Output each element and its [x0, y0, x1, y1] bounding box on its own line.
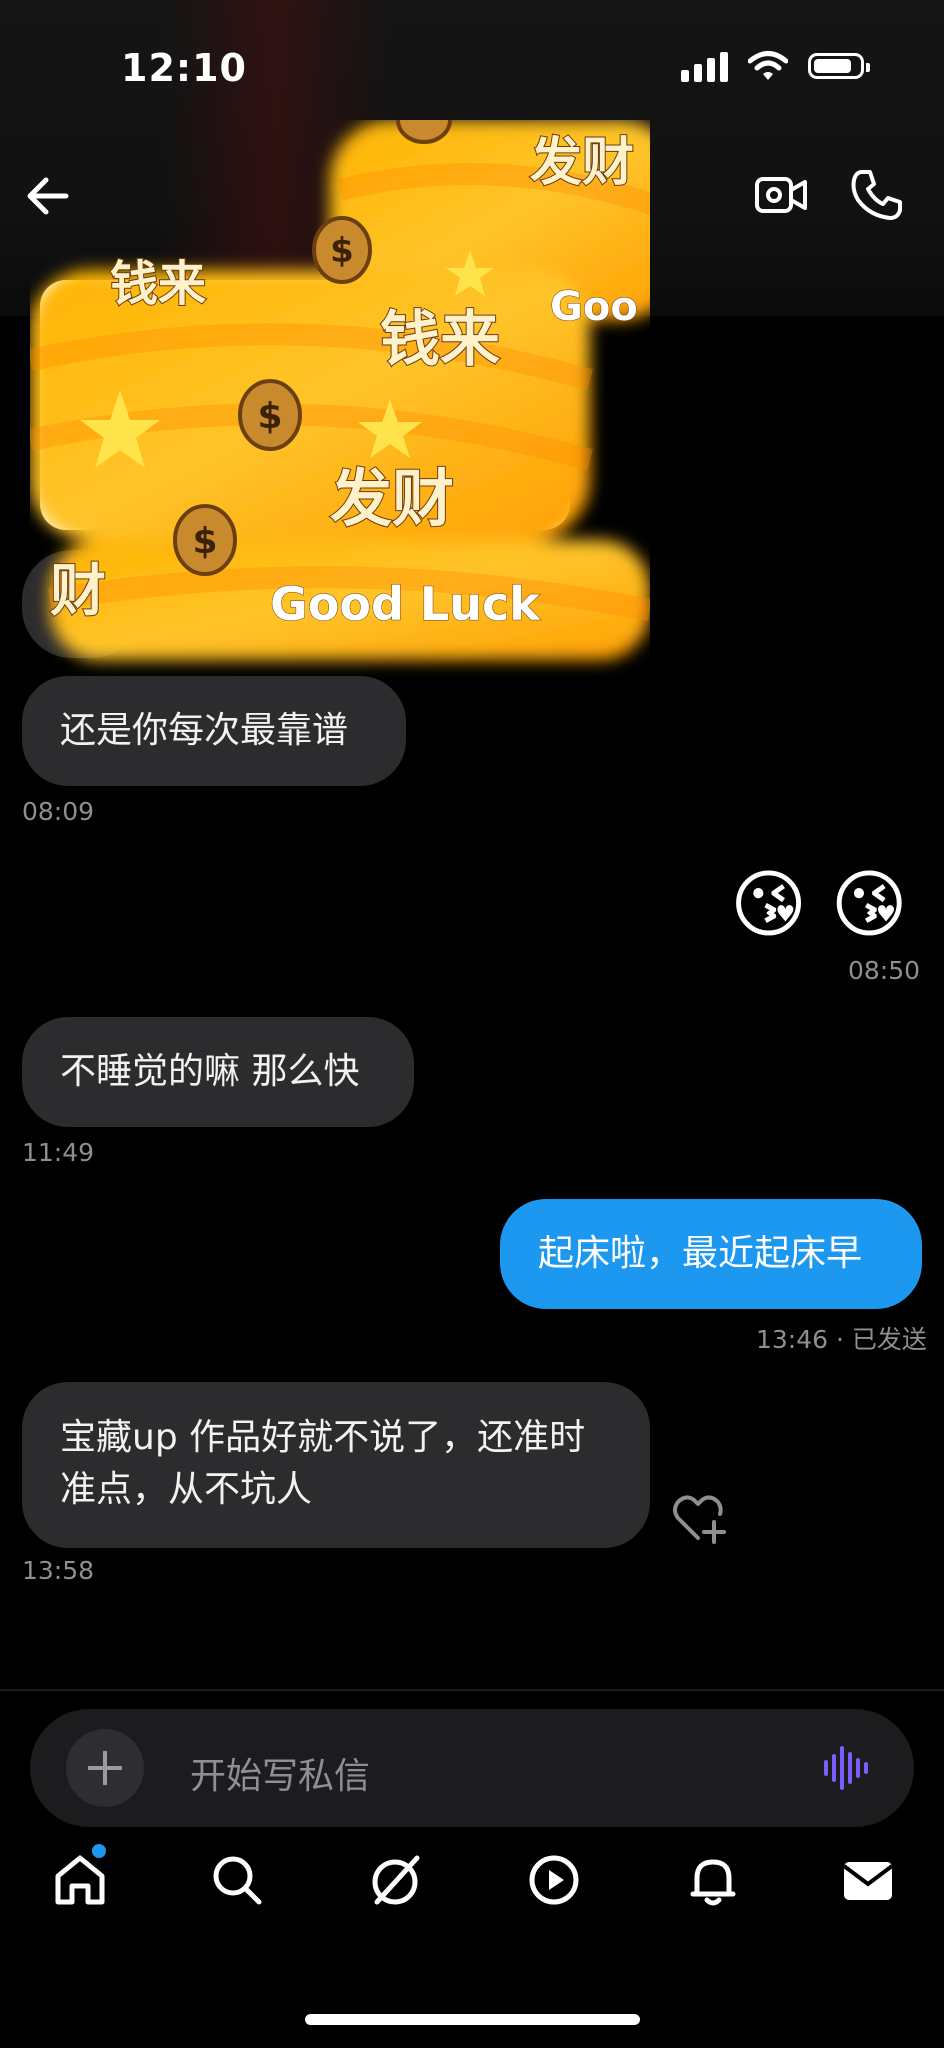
home-indicator: [305, 2014, 640, 2025]
svg-text:$: $: [330, 231, 354, 271]
heart-plus-icon[interactable]: [670, 1492, 726, 1544]
notification-dot: [92, 1844, 106, 1858]
sticker-word: 钱来: [380, 305, 500, 375]
incoming-message-bubble[interactable]: 还是你每次最靠谱: [22, 676, 406, 786]
bell-icon[interactable]: [683, 1850, 743, 1910]
message-text: 还是你每次最靠谱: [60, 710, 349, 751]
message-timestamp: 08:09: [22, 797, 95, 826]
good-luck-sticker[interactable]: $ $ $ 发财 钱来 钱来 发财 财 Good Luck Goo: [30, 120, 650, 680]
svg-text:$: $: [192, 521, 217, 562]
sticker-word: 发财: [330, 462, 454, 535]
sticker-word: Goo: [550, 284, 638, 330]
sticker-word: 钱来: [110, 256, 206, 312]
message-composer: 开始写私信: [30, 1709, 914, 1827]
voice-message-icon[interactable]: [822, 1746, 870, 1790]
phone-call-icon[interactable]: [848, 166, 906, 224]
explore-icon[interactable]: [365, 1850, 425, 1910]
status-bar: 12:10: [0, 0, 944, 130]
message-timestamp: 11:49: [22, 1138, 95, 1167]
message-text: 不睡觉的嘛 那么快: [60, 1051, 360, 1092]
home-icon[interactable]: [50, 1850, 110, 1910]
svg-text:$: $: [257, 396, 282, 437]
mail-icon[interactable]: [838, 1850, 898, 1910]
message-timestamp: 13:46 · 已发送: [756, 1325, 927, 1354]
message-text: 起床啦，最近起床早: [538, 1233, 863, 1274]
status-icons: [681, 50, 870, 82]
battery-icon: [808, 53, 870, 79]
outgoing-emoji-message[interactable]: 😘 😘: [730, 860, 908, 950]
bottom-tab-bar: [0, 1844, 944, 1960]
incoming-message-bubble[interactable]: 不睡觉的嘛 那么快: [22, 1017, 414, 1127]
add-attachment-button[interactable]: [66, 1729, 144, 1807]
wifi-icon: [748, 51, 788, 80]
search-icon[interactable]: [207, 1850, 267, 1910]
message-timestamp: 08:50: [848, 956, 921, 985]
outgoing-message-bubble[interactable]: 起床啦，最近起床早: [500, 1199, 922, 1309]
incoming-message-bubble[interactable]: 宝藏up 作品好就不说了，还准时准点，从不坑人: [22, 1382, 650, 1548]
message-timestamp: 13:58: [22, 1556, 95, 1585]
status-time: 12:10: [121, 46, 247, 90]
video-call-icon[interactable]: [752, 166, 810, 224]
message-input[interactable]: 开始写私信: [190, 1747, 370, 1799]
sticker-word: 财: [50, 559, 106, 624]
cellular-signal-icon: [681, 50, 728, 82]
sticker-word: 发财: [530, 133, 634, 193]
play-icon[interactable]: [524, 1850, 584, 1910]
composer-divider: [0, 1689, 944, 1691]
message-text: 宝藏up 作品好就不说了，还准时准点，从不坑人: [60, 1417, 586, 1510]
sticker-word: Good Luck: [270, 577, 541, 631]
